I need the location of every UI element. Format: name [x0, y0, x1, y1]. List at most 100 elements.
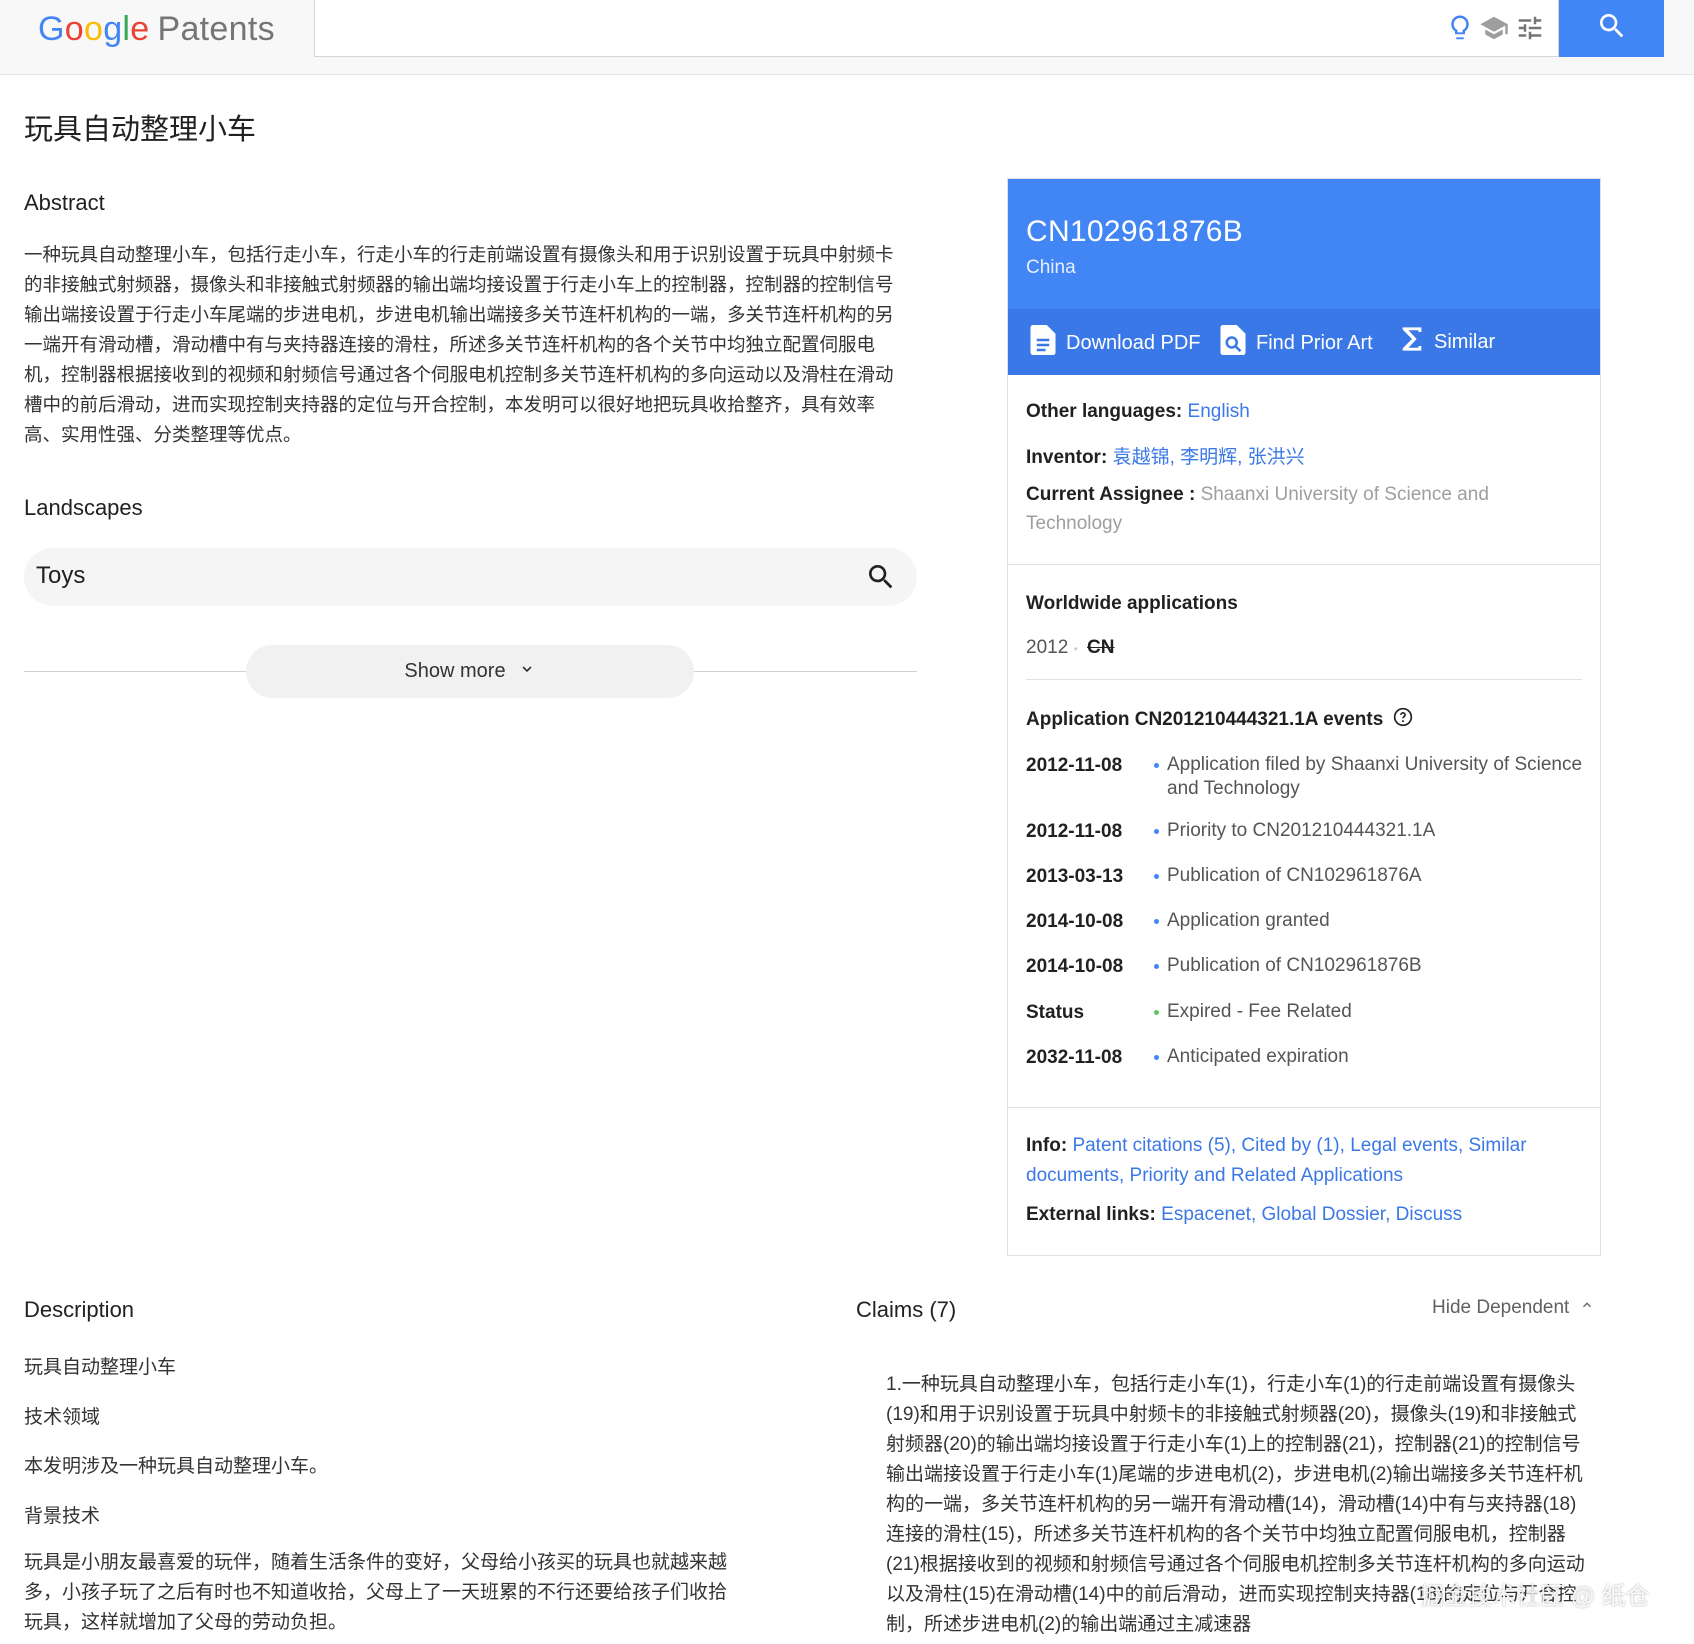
abstract-heading: Abstract	[24, 190, 105, 215]
publication-number: CN102961876B	[1026, 215, 1244, 248]
prior-art-icon	[1220, 325, 1246, 361]
external-links-label: External links:	[1026, 1204, 1156, 1225]
language-link-english[interactable]: English	[1188, 401, 1250, 422]
search-icon[interactable]	[865, 561, 897, 598]
description-paragraph: 背景技术	[24, 1506, 101, 1527]
logo-letter: G	[38, 10, 65, 48]
link-discuss[interactable]: Discuss	[1396, 1204, 1463, 1225]
event-date: 2014-10-08	[1026, 956, 1124, 977]
search-input[interactable]	[325, 10, 1425, 46]
graduation-cap-icon[interactable]	[1479, 13, 1509, 43]
description-paragraph: 本发明涉及一种玩具自动整理小车。	[24, 1456, 329, 1477]
event-text: Anticipated expiration	[1167, 1046, 1349, 1067]
link-patent-citations[interactable]: Patent citations (5)	[1072, 1135, 1230, 1156]
event-dot	[1154, 874, 1159, 879]
event-text: Priority to CN201210444321.1A	[1167, 820, 1436, 841]
description-heading: Description	[24, 1297, 135, 1322]
event-text: Application filed by Shaanxi University …	[1167, 754, 1583, 799]
similar-button[interactable]: Similar	[1400, 325, 1495, 359]
show-more-button[interactable]: Show more	[246, 645, 694, 698]
link-global-dossier[interactable]: Global Dossier	[1262, 1204, 1386, 1225]
landscape-item[interactable]: Toys	[24, 548, 917, 606]
search-button[interactable]	[1559, 0, 1664, 57]
logo-product: Patents	[157, 10, 275, 48]
page-title: 玩具自动整理小车	[24, 114, 257, 146]
event-dot	[1154, 964, 1159, 969]
worldwide-year: 2012	[1026, 637, 1069, 658]
event-text: Expired - Fee Related	[1167, 1001, 1352, 1022]
search-icon	[1596, 10, 1628, 47]
card-actions: Download PDF Find Prior Art Similar	[1008, 309, 1600, 375]
link-legal-events[interactable]: Legal events	[1350, 1135, 1458, 1156]
inventor-label: Inventor:	[1026, 447, 1108, 468]
event-dot	[1154, 919, 1159, 924]
patent-info-card: CN102961876B China Download PDF Find Pri…	[1007, 178, 1601, 1256]
link-priority-related[interactable]: Priority and Related Applications	[1130, 1165, 1404, 1186]
top-bar: Google Patents	[0, 0, 1694, 75]
event-text: Application granted	[1167, 910, 1330, 931]
logo-letter: e	[130, 10, 150, 48]
chevron-down-icon	[518, 660, 536, 684]
event-dot	[1154, 763, 1159, 768]
claims-heading: Claims (7)	[856, 1297, 957, 1322]
event-date: 2012-11-08	[1026, 755, 1123, 776]
hide-dependent-toggle[interactable]: Hide Dependent	[1432, 1297, 1595, 1319]
description-paragraph: 玩具自动整理小车	[24, 1357, 177, 1378]
divider	[1026, 679, 1582, 680]
card-header: CN102961876B China	[1008, 179, 1600, 309]
download-pdf-button[interactable]: Download PDF	[1030, 325, 1201, 361]
link-cited-by[interactable]: Cited by (1)	[1241, 1135, 1339, 1156]
lightbulb-icon[interactable]	[1445, 13, 1475, 43]
inventor-links[interactable]: 袁越锦, 李明辉, 张洪兴	[1113, 447, 1305, 468]
event-text: Publication of CN102961876B	[1167, 955, 1422, 976]
inventor-line: Inventor: 袁越锦, 李明辉, 张洪兴	[1026, 442, 1305, 469]
events-title: Application CN201210444321.1A events	[1026, 707, 1413, 733]
show-more-label: Show more	[404, 660, 506, 682]
tune-icon[interactable]	[1515, 13, 1545, 43]
separator-dot: •	[1073, 642, 1078, 656]
chevron-up-icon	[1579, 1297, 1595, 1319]
link-espacenet[interactable]: Espacenet	[1161, 1204, 1251, 1225]
download-pdf-label: Download PDF	[1066, 331, 1201, 354]
similar-label: Similar	[1434, 330, 1496, 353]
landscape-label: Toys	[36, 562, 86, 589]
abstract-text: 一种玩具自动整理小车，包括行走小车，行走小车的行走前端设置有摄像头和用于识别设置…	[24, 244, 894, 445]
find-prior-art-label: Find Prior Art	[1256, 331, 1373, 354]
help-icon[interactable]	[1393, 707, 1413, 733]
event-date: Status	[1026, 1002, 1085, 1023]
info-label: Info:	[1026, 1135, 1068, 1156]
divider	[1008, 564, 1600, 565]
logo-letter: o	[64, 10, 84, 48]
assignee-value-cont: Technology	[1026, 513, 1123, 534]
sigma-icon	[1400, 325, 1424, 359]
assignee-value: Shaanxi University of Science and	[1200, 484, 1489, 505]
info-links: Info: Patent citations (5), Cited by (1)…	[1026, 1135, 1527, 1186]
publication-country: China	[1026, 257, 1076, 278]
description-paragraph: 玩具是小朋友最喜爱的玩伴，随着生活条件的变好，父母给小孩买的玩具也就越来越多，小…	[24, 1552, 728, 1633]
hide-dependent-label: Hide Dependent	[1432, 1297, 1570, 1318]
other-languages: Other languages: English	[1026, 401, 1250, 423]
event-date: 2014-10-08	[1026, 911, 1124, 932]
divider	[1008, 1107, 1600, 1108]
event-text: Publication of CN102961876A	[1167, 865, 1422, 886]
status-dot	[1154, 1010, 1159, 1015]
pdf-file-icon	[1030, 325, 1056, 361]
google-patents-logo[interactable]: Google Patents	[38, 10, 275, 49]
worldwide-applications-title: Worldwide applications	[1026, 593, 1238, 614]
worldwide-country-link[interactable]: CN	[1087, 637, 1114, 658]
landscapes-heading: Landscapes	[24, 495, 143, 520]
event-date: 2032-11-08	[1026, 1047, 1123, 1068]
description-paragraph: 技术领域	[24, 1407, 101, 1428]
events-title-text: Application CN201210444321.1A events	[1026, 709, 1384, 730]
worldwide-application-row: 2012 • CN	[1026, 637, 1115, 659]
assignee-label: Current Assignee :	[1026, 484, 1196, 505]
logo-letter: o	[83, 10, 104, 48]
event-date: 2012-11-08	[1026, 821, 1123, 842]
logo-letter: g	[103, 10, 123, 48]
watermark: 掘金技术社区 @ 纸仓	[1420, 1583, 1650, 1610]
external-links: External links: Espacenet, Global Dossie…	[1026, 1204, 1463, 1225]
assignee-line: Current Assignee : Shaanxi University of…	[1026, 484, 1489, 506]
find-prior-art-button[interactable]: Find Prior Art	[1220, 325, 1373, 361]
event-date: 2013-03-13	[1026, 866, 1124, 887]
event-dot	[1154, 1055, 1159, 1060]
